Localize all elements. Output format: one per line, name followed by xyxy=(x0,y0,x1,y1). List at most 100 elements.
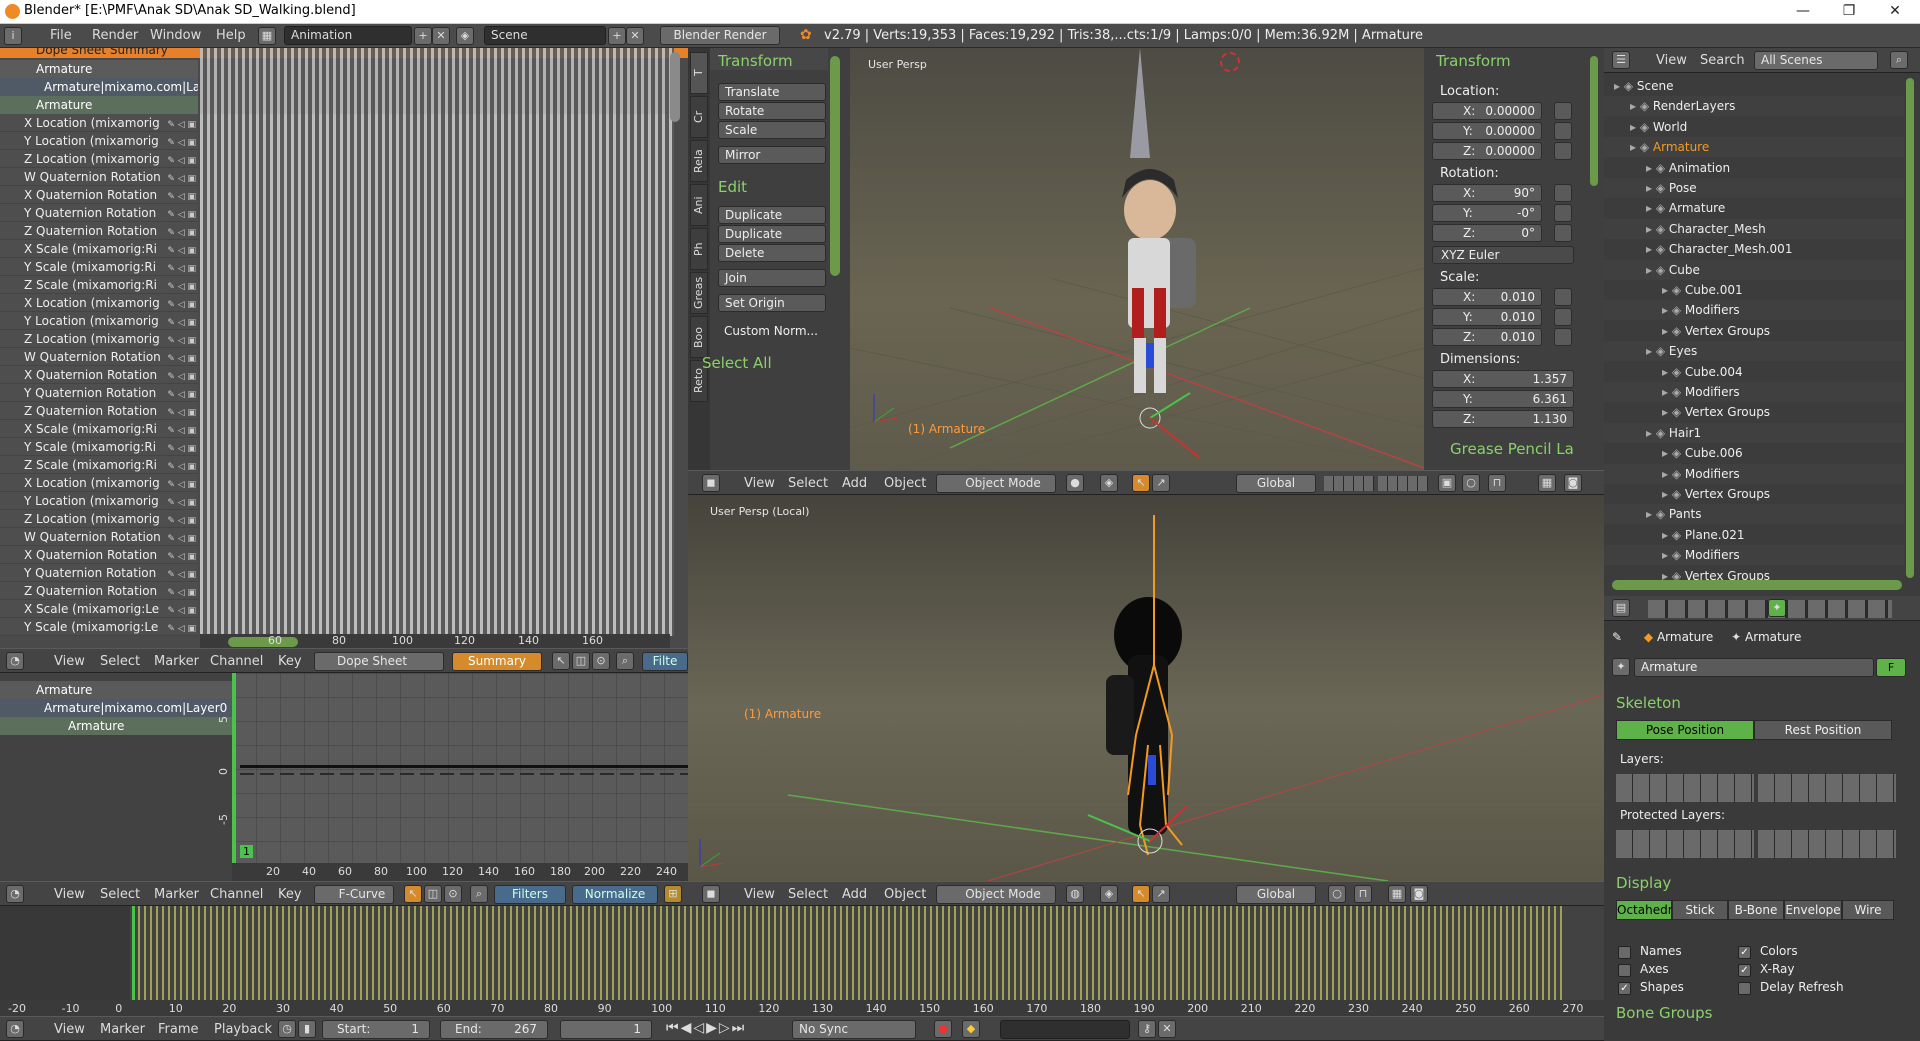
outliner-row[interactable]: ▸ ◈ Character_Mesh.001 xyxy=(1604,239,1904,259)
remove-layout-icon[interactable]: ✕ xyxy=(432,27,450,45)
channel-keyframes[interactable] xyxy=(200,276,674,294)
skeleton-panel-title[interactable]: Skeleton xyxy=(1616,694,1681,712)
lock-icon[interactable] xyxy=(1554,122,1572,140)
editor-type-icon[interactable]: ◼ xyxy=(702,885,720,903)
channel-keyframes[interactable] xyxy=(200,294,674,312)
pose-position-toggle[interactable]: Pose Position xyxy=(1616,720,1754,740)
dope-channel-row[interactable]: W Quaternion Rotation ✎ ◁ ▣ xyxy=(0,528,198,546)
vp-menu-select[interactable]: Select xyxy=(788,476,828,491)
manipulator-icon[interactable]: ↖ xyxy=(1132,885,1150,903)
dimensions-z-field[interactable]: Z: 1.130 xyxy=(1432,410,1574,428)
channel-keyframes[interactable] xyxy=(200,546,674,564)
graph-menu-marker[interactable]: Marker xyxy=(154,887,199,902)
dope-menu-select[interactable]: Select xyxy=(100,654,140,669)
display-stick[interactable]: Stick xyxy=(1672,900,1728,920)
outliner-row[interactable]: ▸ ◈ Cube xyxy=(1604,259,1904,280)
rotation-z-field[interactable]: Z: 0° xyxy=(1432,224,1542,242)
outliner-row[interactable]: ▸ ◈ Modifiers xyxy=(1604,300,1904,321)
bone-layers-grid[interactable] xyxy=(1616,774,1754,802)
menu-file[interactable]: File xyxy=(50,28,72,43)
location-y-field[interactable]: Y: 0.00000 xyxy=(1432,122,1542,140)
proportional-edit-icon[interactable]: ○ xyxy=(1462,474,1480,492)
display-wire[interactable]: Wire xyxy=(1842,900,1894,920)
scene-icon[interactable]: ◈ xyxy=(456,27,474,45)
channel-toggles-icon[interactable]: ✎ ◁ ▣ xyxy=(152,134,196,148)
set-origin-button[interactable]: Set Origin xyxy=(718,294,826,312)
pivot-icon[interactable]: ◈ xyxy=(1100,885,1118,903)
start-frame-field[interactable]: Start: 1 xyxy=(322,1020,430,1039)
ghost-icon[interactable]: ◫ xyxy=(424,885,442,903)
only-selected-icon[interactable]: ↖ xyxy=(552,652,570,670)
delete-button[interactable]: Delete xyxy=(718,244,826,262)
channel-toggles-icon[interactable]: ✎ ◁ ▣ xyxy=(152,116,196,130)
channel-keyframes[interactable] xyxy=(200,168,674,186)
add-layout-icon[interactable]: + xyxy=(414,27,432,45)
duplicate-linked-button[interactable]: Duplicate Linked xyxy=(718,225,826,257)
channel-toggles-icon[interactable]: ✎ ◁ ▣ xyxy=(152,332,196,346)
render-preview-icon[interactable]: ▦ xyxy=(1388,885,1406,903)
editor-type-icon[interactable]: ◔ xyxy=(6,652,24,670)
option-checkbox[interactable] xyxy=(1618,964,1631,977)
orientation-select[interactable]: Global xyxy=(1236,474,1316,493)
outliner-row[interactable]: ▸ ◈ Modifiers xyxy=(1604,463,1904,484)
translate-manipulator-icon[interactable]: ↗ xyxy=(1152,885,1170,903)
viewport-3d-top[interactable]: User Persp (1) Armature xyxy=(850,48,1424,470)
screen-layout-icon[interactable]: ▦ xyxy=(258,27,276,45)
rotate-button[interactable]: Rotate xyxy=(718,102,826,120)
outliner-menu-search[interactable]: Search xyxy=(1700,53,1745,68)
option-checkbox[interactable]: ✓ xyxy=(1738,964,1751,977)
dope-scrollbar[interactable] xyxy=(670,52,680,122)
channel-keyframes[interactable] xyxy=(200,186,674,204)
mirror-button[interactable]: Mirror xyxy=(718,146,826,164)
select-all-panel-title[interactable]: Select All xyxy=(702,354,772,372)
option-checkbox[interactable]: ✓ xyxy=(1738,946,1751,959)
graph-filters-toggle[interactable]: Filters xyxy=(494,885,566,904)
snap-icon[interactable]: ⊓ xyxy=(1488,474,1506,492)
ghost-icon[interactable]: ◫ xyxy=(572,652,590,670)
clock-icon[interactable]: ◷ xyxy=(278,1020,296,1038)
editor-type-icon[interactable]: ◔ xyxy=(6,885,24,903)
pivot-icon[interactable]: ◈ xyxy=(1100,474,1118,492)
armature-name-field[interactable]: Armature xyxy=(1634,658,1874,677)
keying-set-field[interactable] xyxy=(1000,1020,1130,1039)
dope-channel-row[interactable]: Z Location (mixamorig ✎ ◁ ▣ xyxy=(0,510,198,528)
outliner-row[interactable]: ▸ ◈ Character_Mesh xyxy=(1604,218,1904,239)
channel-toggles-icon[interactable]: ✎ ◁ ▣ xyxy=(152,368,196,382)
graph-menu-view[interactable]: View xyxy=(54,887,85,902)
dope-channel-row[interactable]: W Quaternion Rotation ✎ ◁ ▣ xyxy=(0,348,198,366)
dope-group-row[interactable]: Armature xyxy=(0,96,198,114)
channel-toggles-icon[interactable]: ✎ ◁ ▣ xyxy=(152,350,196,364)
location-x-field[interactable]: X: 0.00000 xyxy=(1432,102,1542,120)
filters-toggle[interactable]: Filte xyxy=(642,652,688,671)
outliner-scrollbar[interactable] xyxy=(1906,78,1914,578)
proportional-icon[interactable]: ⊙ xyxy=(592,652,610,670)
graph-group-row[interactable]: Armature xyxy=(0,717,232,735)
channel-keyframes[interactable] xyxy=(200,510,674,528)
n-scrollbar[interactable] xyxy=(1590,56,1598,186)
display-panel-title[interactable]: Display xyxy=(1616,874,1671,892)
dope-channel-row[interactable]: X Scale (mixamorig:Le ✎ ◁ ▣ xyxy=(0,600,198,618)
delete-keyframe-icon[interactable]: ✕ xyxy=(1158,1020,1176,1038)
protected-layers-grid[interactable] xyxy=(1616,830,1754,858)
timeline-menu-marker[interactable]: Marker xyxy=(100,1022,145,1037)
dope-channel-row[interactable]: X Quaternion Rotation ✎ ◁ ▣ xyxy=(0,366,198,384)
translate-manipulator-icon[interactable]: ↗ xyxy=(1152,474,1170,492)
armature-datablock-icon[interactable]: ✦ xyxy=(1612,658,1630,676)
channel-keyframes[interactable] xyxy=(200,114,674,132)
channel-keyframes[interactable] xyxy=(200,240,674,258)
protected-layers-grid[interactable] xyxy=(1758,830,1896,858)
graph-menu-select[interactable]: Select xyxy=(100,887,140,902)
channel-toggles-icon[interactable]: ✎ ◁ ▣ xyxy=(152,152,196,166)
lock-icon[interactable] xyxy=(1554,288,1572,306)
add-scene-icon[interactable]: + xyxy=(608,27,626,45)
vp2-menu-object[interactable]: Object xyxy=(884,887,926,902)
dope-channel-row[interactable]: Z Quaternion Rotation ✎ ◁ ▣ xyxy=(0,222,198,240)
tool-tab[interactable]: Boo xyxy=(690,316,708,358)
channel-keyframes[interactable] xyxy=(200,492,674,510)
channel-keyframes[interactable] xyxy=(200,258,674,276)
channel-toggles-icon[interactable]: ✎ ◁ ▣ xyxy=(152,260,196,274)
vp-menu-add[interactable]: Add xyxy=(842,476,867,491)
channel-toggles-icon[interactable]: ✎ ◁ ▣ xyxy=(152,224,196,238)
transform-panel-title[interactable]: Transform xyxy=(718,52,793,70)
rest-position-toggle[interactable]: Rest Position xyxy=(1754,720,1892,740)
